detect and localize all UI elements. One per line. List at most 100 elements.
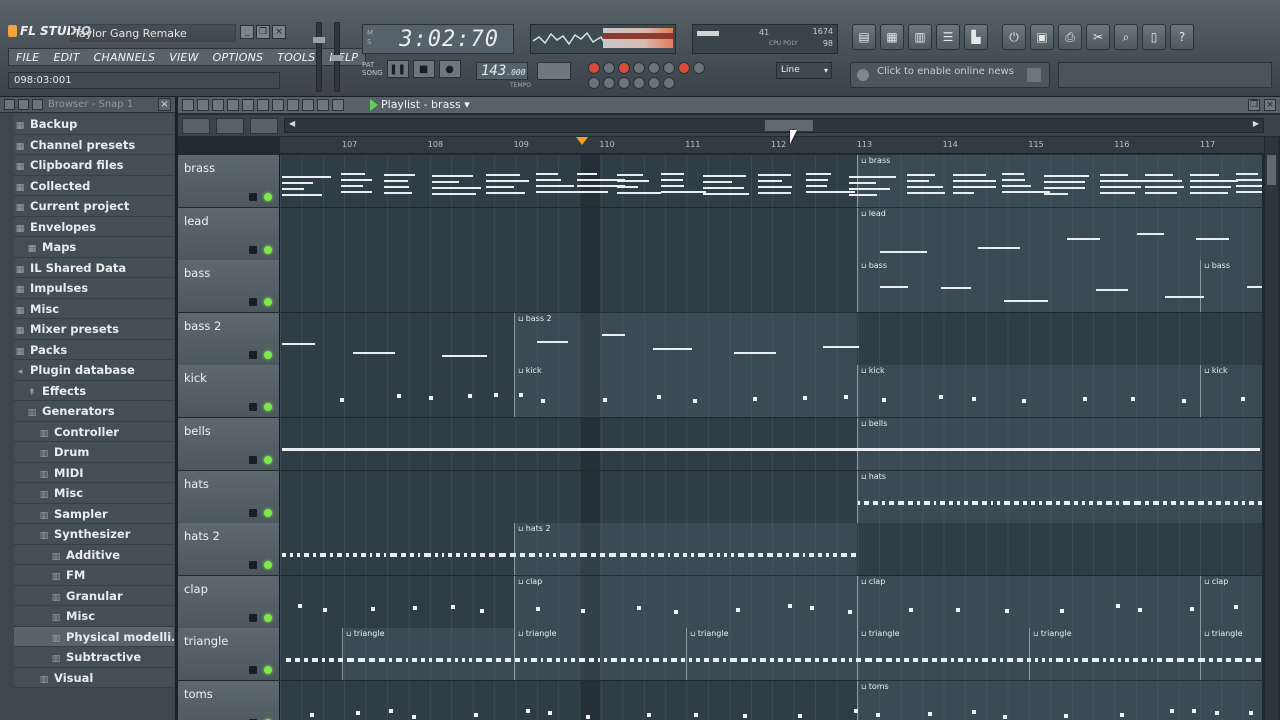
horizontal-scroll-thumb[interactable]	[765, 120, 813, 131]
slip-icon[interactable]	[272, 99, 284, 111]
pattern-clip[interactable]: clap	[857, 575, 1200, 628]
mixer-icon[interactable]: ▙	[964, 24, 988, 50]
browser-item[interactable]: ▥ Drum	[14, 442, 174, 463]
browser-back-icon[interactable]	[18, 99, 29, 110]
select-icon[interactable]	[302, 99, 314, 111]
vertical-scroll-thumb[interactable]	[1267, 155, 1276, 185]
track-enable-led[interactable]	[264, 456, 272, 464]
tools-icon[interactable]: ✂	[1086, 24, 1110, 50]
pattern-picker-button[interactable]	[182, 118, 210, 134]
playlist-icon[interactable]: ▤	[852, 24, 876, 50]
close-icon[interactable]: ×	[272, 25, 286, 39]
playback-icon[interactable]	[332, 99, 344, 111]
browser-item[interactable]: ▦ Clipboard files	[14, 155, 174, 176]
track-lane[interactable]: triangle triangle triangle triangle triangle…	[280, 628, 1262, 681]
track-lane[interactable]: bells	[280, 418, 1262, 470]
lock-icon[interactable]	[249, 666, 257, 675]
track-lane[interactable]: bass 2	[280, 312, 1262, 365]
menu-edit[interactable]: EDIT	[46, 49, 86, 65]
browser-item[interactable]: ▥ FM	[14, 565, 174, 586]
browser-item[interactable]: ▦ Channel presets	[14, 134, 174, 155]
piano-roll-icon[interactable]: ▥	[908, 24, 932, 50]
master-volume-slider[interactable]	[313, 22, 325, 92]
track-lane[interactable]: hats 2	[280, 523, 1262, 576]
save-icon[interactable]: ▣	[1030, 24, 1054, 50]
overdub-icon[interactable]	[633, 77, 645, 89]
track-header[interactable]: triangle	[178, 628, 280, 681]
track-enable-led[interactable]	[264, 666, 272, 675]
magnet-icon[interactable]	[197, 99, 209, 111]
pattern-clip[interactable]: toms	[857, 681, 1262, 720]
browser-item[interactable]: ▦ Mixer presets	[14, 319, 174, 340]
search-icon[interactable]: ⌕	[1114, 24, 1138, 50]
browser-item[interactable]: ▥ Generators	[14, 401, 174, 422]
lock-icon[interactable]	[249, 561, 257, 570]
browser-item[interactable]: ▦ Maps	[14, 237, 174, 258]
track-header[interactable]: clap	[178, 575, 280, 628]
pat-song-switch[interactable]: PAT SONG	[362, 61, 383, 77]
record-button[interactable]: ●	[438, 60, 461, 78]
browser-close-icon[interactable]: ×	[158, 98, 171, 111]
lock-icon[interactable]	[249, 456, 257, 464]
track-header[interactable]: brass	[178, 155, 280, 207]
delete-icon[interactable]	[242, 99, 254, 111]
vertical-scrollbar[interactable]	[1264, 137, 1278, 720]
pattern-clip[interactable]: triangle	[857, 628, 1029, 681]
pattern-clip[interactable]: kick	[514, 365, 857, 418]
track-header[interactable]: hats	[178, 470, 280, 523]
browser-menu-icon[interactable]	[4, 99, 15, 110]
track-enable-led[interactable]	[264, 193, 272, 201]
mute-icon[interactable]	[257, 99, 269, 111]
browser-item[interactable]: ▥ Controller	[14, 421, 174, 442]
pencil-icon[interactable]	[212, 99, 224, 111]
track-enable-led[interactable]	[264, 508, 272, 517]
info-icon[interactable]: ▯	[1142, 24, 1166, 50]
browser-item[interactable]: ▥ Granular	[14, 585, 174, 606]
menu-channels[interactable]: CHANNELS	[87, 49, 163, 65]
track-enable-led[interactable]	[264, 350, 272, 359]
snap-button[interactable]	[216, 118, 244, 134]
browser-item[interactable]: ▥ Misc	[14, 483, 174, 504]
menu-help[interactable]: HELP	[322, 49, 365, 65]
browser-item[interactable]: ▦ Packs	[14, 339, 174, 360]
track-header[interactable]: lead	[178, 207, 280, 260]
lock-icon[interactable]	[249, 508, 257, 517]
pattern-clip[interactable]: kick	[857, 365, 1200, 418]
step-sequencer-icon[interactable]: ▦	[880, 24, 904, 50]
browser-item[interactable]: ↟ Effects	[14, 380, 174, 401]
slice-icon[interactable]	[287, 99, 299, 111]
track-header[interactable]: bells	[178, 418, 280, 470]
loop-icon[interactable]	[663, 62, 675, 74]
track-lane[interactable]: bass bass	[280, 260, 1262, 313]
timeline-ruler[interactable]: 107 108 109 110 111 112 113 114 115 116 117	[280, 137, 1264, 154]
brush-icon[interactable]	[227, 99, 239, 111]
track-lane[interactable]: hats	[280, 470, 1262, 523]
track-header[interactable]: toms	[178, 681, 280, 720]
pattern-clip[interactable]: kick	[1200, 365, 1262, 418]
track-enable-led[interactable]	[264, 561, 272, 570]
browser-snap-icon[interactable]	[32, 99, 43, 110]
menu-file[interactable]: FILE	[9, 49, 46, 65]
undo-icon[interactable]	[618, 77, 630, 89]
browser-item[interactable]: ▦ IL Shared Data	[14, 257, 174, 278]
browser-item[interactable]: ▥ Physical modelli...	[14, 626, 174, 647]
step-icon[interactable]	[648, 62, 660, 74]
track-header[interactable]: bass	[178, 260, 280, 313]
browser-icon[interactable]: ☰	[936, 24, 960, 50]
pattern-clip[interactable]: clap	[1200, 575, 1262, 628]
scroll-right-icon[interactable]: ▶	[1253, 119, 1259, 128]
snap-dropdown[interactable]: Line	[776, 62, 832, 79]
track-enable-led[interactable]	[264, 298, 272, 307]
multilink-icon[interactable]	[648, 77, 660, 89]
blend-icon[interactable]	[633, 62, 645, 74]
track-enable-led[interactable]	[264, 403, 272, 412]
track-lane[interactable]: lead	[280, 207, 1262, 260]
track-enable-led[interactable]	[264, 245, 272, 254]
pattern-clip[interactable]: triangle	[686, 628, 857, 681]
browser-item[interactable]: ▥ Subtractive	[14, 647, 174, 668]
pattern-clip[interactable]: bass	[857, 260, 1200, 313]
tempo-display[interactable]: 143.000	[476, 62, 528, 80]
browser-item[interactable]: ▦ Impulses	[14, 278, 174, 299]
lock-icon[interactable]	[249, 613, 257, 622]
track-lane[interactable]: kick kick kick	[280, 365, 1262, 418]
